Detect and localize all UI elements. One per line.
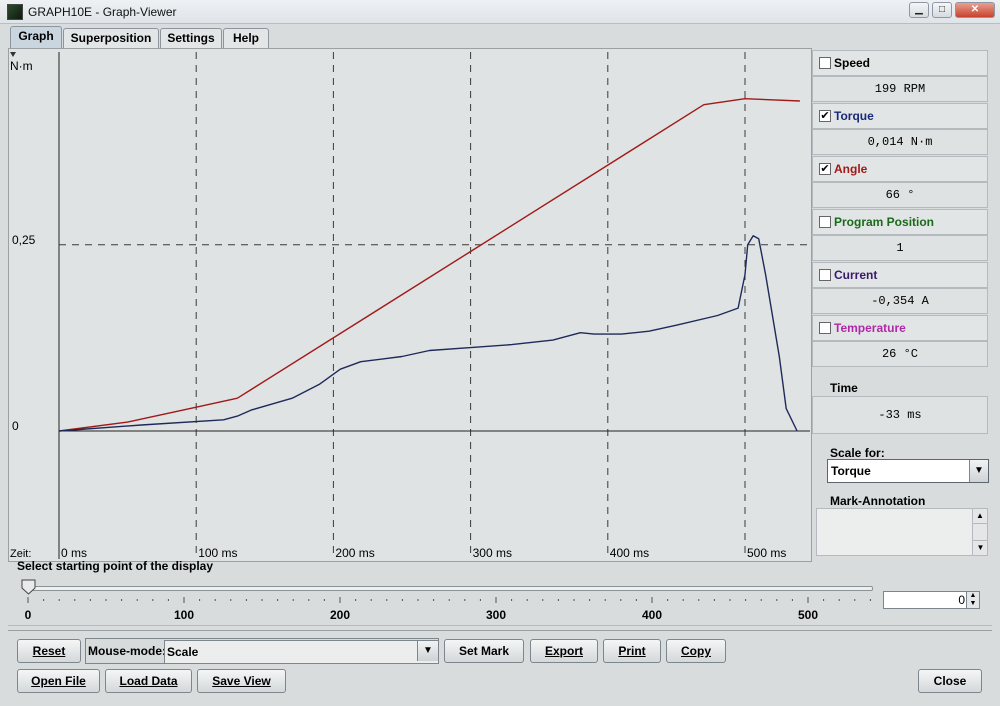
- mouse-mode-group: Mouse-mode: Scale ▼: [85, 638, 439, 664]
- signal-row-torque[interactable]: ✔ Torque: [812, 103, 988, 129]
- x-tick-label: 0 ms: [61, 546, 87, 560]
- signal-checkbox[interactable]: ✔: [819, 110, 831, 122]
- slider-scale: 0 100 200 300 400 500: [25, 597, 871, 622]
- reset-button[interactable]: Reset: [17, 639, 81, 663]
- unit-marker-icon: [10, 52, 16, 57]
- slider-tick-label: 100: [174, 608, 194, 622]
- mouse-mode-label: Mouse-mode:: [88, 644, 166, 658]
- x-tick-label: 400 ms: [610, 546, 649, 560]
- slider-tick-label: 200: [330, 608, 350, 622]
- mouse-mode-value: Scale: [167, 645, 199, 659]
- signal-value: 0,014 N·m: [812, 129, 988, 155]
- signal-value: 66 °: [812, 182, 988, 208]
- signal-label: Temperature: [834, 321, 906, 335]
- copy-button[interactable]: Copy: [666, 639, 726, 663]
- x-tick-label: 500 ms: [747, 546, 786, 560]
- signal-checkbox[interactable]: [819, 269, 831, 281]
- close-button[interactable]: Close: [918, 669, 982, 693]
- arrow-up-icon[interactable]: ▲: [967, 592, 979, 600]
- toolbar-divider: [8, 630, 992, 631]
- signal-label: Current: [834, 268, 878, 282]
- slider-tick-label: 500: [798, 608, 818, 622]
- signal-checkbox[interactable]: [819, 322, 831, 334]
- scale-for-dropdown[interactable]: Torque ▼: [827, 459, 989, 483]
- mouse-mode-dropdown[interactable]: Scale ▼: [164, 640, 439, 664]
- print-button[interactable]: Print: [603, 639, 661, 663]
- window-close-button[interactable]: ✕: [955, 2, 995, 18]
- scale-for-value: Torque: [831, 464, 871, 478]
- signal-row-program-position[interactable]: Program Position: [812, 209, 988, 235]
- signal-row-speed[interactable]: Speed: [812, 50, 988, 76]
- set-mark-button[interactable]: Set Mark: [444, 639, 524, 663]
- mark-annotation-textarea[interactable]: [816, 508, 988, 556]
- load-data-button[interactable]: Load Data: [105, 669, 192, 693]
- signal-checkbox[interactable]: ✔: [819, 163, 831, 175]
- y-tick-label: 0,25: [12, 233, 36, 247]
- x-tick-label: 200 ms: [335, 546, 374, 560]
- signal-value: 26 °C: [812, 341, 988, 367]
- scale-for-label: Scale for:: [830, 446, 885, 460]
- time-value: -33 ms: [812, 396, 988, 434]
- signal-value: 1: [812, 235, 988, 261]
- y-tick-label: 0: [12, 419, 19, 433]
- save-view-button[interactable]: Save View: [197, 669, 286, 693]
- slider-tick-label: 0: [25, 608, 32, 622]
- signal-label: Program Position: [834, 215, 935, 229]
- x-tick-label: 300 ms: [473, 546, 512, 560]
- maximize-button[interactable]: □: [932, 2, 952, 18]
- open-file-label: Open File: [31, 674, 86, 688]
- chevron-down-icon[interactable]: ▼: [969, 460, 988, 482]
- signal-value: 199 RPM: [812, 76, 988, 102]
- copy-label: Copy: [681, 644, 711, 658]
- signal-checkbox[interactable]: [819, 57, 831, 69]
- unit-label: N·m: [10, 59, 33, 73]
- slider-label: Select starting point of the display: [17, 559, 214, 573]
- arrow-up-icon[interactable]: ▲: [973, 509, 987, 524]
- chevron-down-icon[interactable]: ▼: [417, 641, 438, 661]
- series-line-angle: [58, 97, 800, 432]
- signal-row-temperature[interactable]: Temperature: [812, 315, 988, 341]
- signal-checkbox[interactable]: [819, 216, 831, 228]
- open-file-button[interactable]: Open File: [17, 669, 100, 693]
- torque-angle-chart[interactable]: N·m0,250Zeit: 0 ms 100 ms 200 ms 300 ms 400 m…: [0, 0, 812, 565]
- x-tick-label: 100 ms: [198, 546, 237, 560]
- annotation-scrollbar[interactable]: ▲ ▼: [972, 509, 988, 555]
- export-button[interactable]: Export: [530, 639, 598, 663]
- series-line-torque: [58, 235, 798, 432]
- load-data-label: Load Data: [119, 674, 178, 688]
- print-label: Print: [618, 644, 646, 658]
- export-label: Export: [544, 644, 583, 658]
- mark-annotation-label: Mark-Annotation: [830, 494, 926, 508]
- spinner-arrows[interactable]: ▲ ▼: [966, 592, 979, 608]
- set-mark-label: Set Mark: [458, 644, 510, 658]
- signal-label: Speed: [834, 56, 871, 70]
- arrow-down-icon[interactable]: ▼: [967, 600, 979, 608]
- close-label: Close: [933, 674, 967, 688]
- signal-label: Torque: [834, 109, 874, 123]
- slider-thumb[interactable]: [21, 579, 36, 595]
- signal-row-current[interactable]: Current: [812, 262, 988, 288]
- signal-row-angle[interactable]: ✔ Angle: [812, 156, 988, 182]
- save-view-label: Save View: [212, 674, 271, 688]
- signal-value: -0,354 A: [812, 288, 988, 314]
- minimize-button[interactable]: ▁: [909, 2, 929, 18]
- time-label: Time: [830, 381, 858, 395]
- arrow-down-icon[interactable]: ▼: [973, 540, 988, 555]
- slider-tick-label: 400: [642, 608, 662, 622]
- reset-button-label: Reset: [32, 644, 66, 658]
- slider-tick-label: 300: [486, 608, 506, 622]
- signal-label: Angle: [834, 162, 868, 176]
